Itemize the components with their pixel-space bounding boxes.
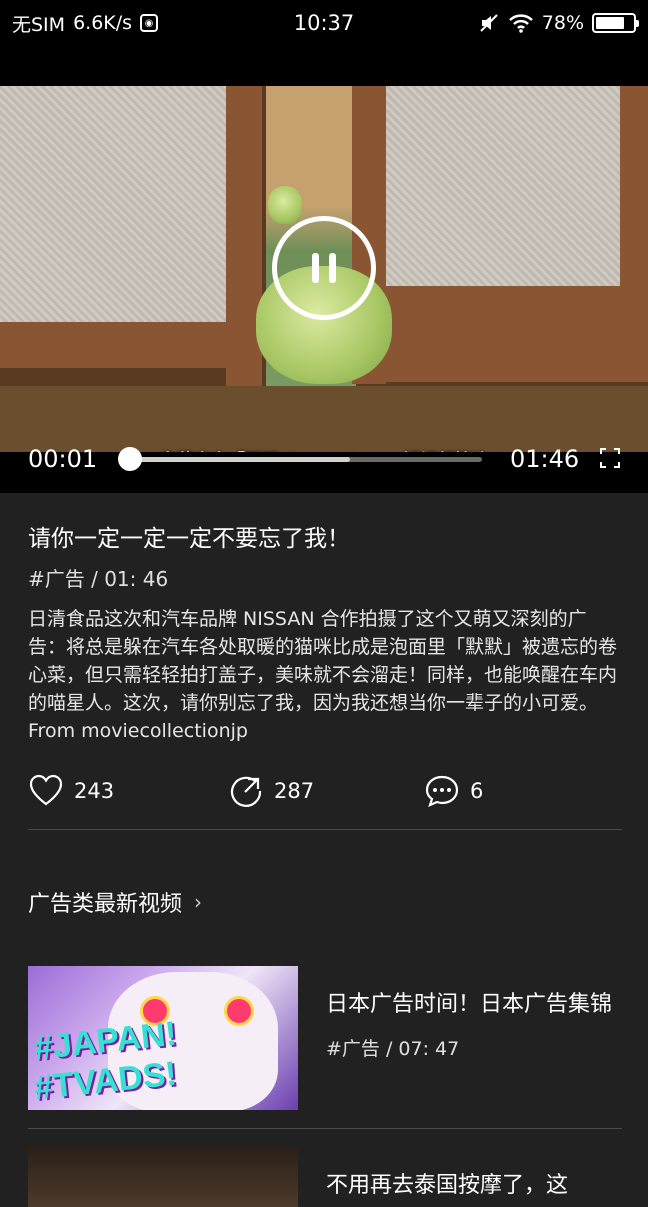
comment-icon — [425, 775, 459, 807]
share-icon — [230, 776, 262, 807]
clock: 10:37 — [293, 11, 355, 35]
share-count: 287 — [274, 779, 315, 803]
video-title: 请你一定一定一定不要忘了我！ — [28, 526, 350, 552]
action-bar: 243 287 6 — [28, 767, 622, 815]
like-button[interactable]: 243 — [28, 773, 114, 809]
wifi-icon — [508, 14, 533, 33]
chevron-right-icon: › — [194, 890, 203, 914]
divider — [28, 1128, 622, 1129]
heart-icon — [29, 774, 63, 806]
current-time: 00:01 — [28, 445, 98, 473]
like-count: 243 — [74, 779, 115, 803]
player-controls: 00:01 01:46 — [0, 438, 648, 480]
divider — [28, 829, 622, 830]
buffer-indicator — [126, 457, 351, 462]
video-thumbnail[interactable] — [28, 1147, 298, 1207]
related-video-meta: #广告 / 07: 47 — [326, 1038, 460, 1060]
battery-icon — [592, 13, 639, 33]
video-description: 日清食品这次和汽车品牌 NISSAN 合作拍摄了这个又萌又深刻的广告：将总是躲在… — [28, 608, 618, 742]
seek-thumb[interactable] — [117, 447, 142, 471]
comment-button[interactable]: 6 — [424, 773, 483, 809]
comment-count: 6 — [470, 779, 484, 803]
network-speed: 6.6K/s — [73, 12, 133, 34]
related-video-item[interactable]: 不用再去泰国按摩了，这 — [28, 1147, 622, 1207]
battery-percent: 78% — [541, 12, 584, 34]
related-video-item[interactable]: #JAPAN! #TVADS! 日本广告时间！日本广告集锦 #广告 / 07: … — [28, 966, 622, 1110]
mute-icon — [480, 14, 498, 32]
fullscreen-icon[interactable] — [600, 448, 620, 468]
carrier-label: 无SIM — [12, 13, 66, 36]
share-button[interactable]: 287 — [228, 773, 314, 809]
duration-time: 01:46 — [510, 445, 580, 473]
app-notification-icon: ◉ — [140, 14, 159, 32]
pause-icon — [312, 253, 319, 283]
video-details: 请你一定一定一定不要忘了我！ #广告 / 01: 46 日清食品这次和汽车品牌 … — [28, 493, 622, 1207]
related-video-title: 日本广告时间！日本广告集锦 — [326, 992, 613, 1017]
video-player[interactable]: ❖ 字幕来自「开眼 Eyepetizer」短视频精选 ❖ 00:01 01:46 — [0, 46, 648, 493]
related-video-title: 不用再去泰国按摩了，这 — [326, 1173, 569, 1198]
video-thumbnail[interactable]: #JAPAN! #TVADS! — [28, 966, 298, 1110]
video-meta: #广告 / 01: 46 — [28, 567, 169, 591]
section-title: 广告类最新视频 — [28, 892, 183, 917]
seek-bar[interactable] — [126, 457, 482, 462]
pause-button[interactable] — [272, 216, 376, 320]
status-bar: 无SIM 6.6K/s ◉ 10:37 78% — [0, 0, 648, 46]
section-header-ads[interactable]: 广告类最新视频 › — [28, 886, 622, 918]
